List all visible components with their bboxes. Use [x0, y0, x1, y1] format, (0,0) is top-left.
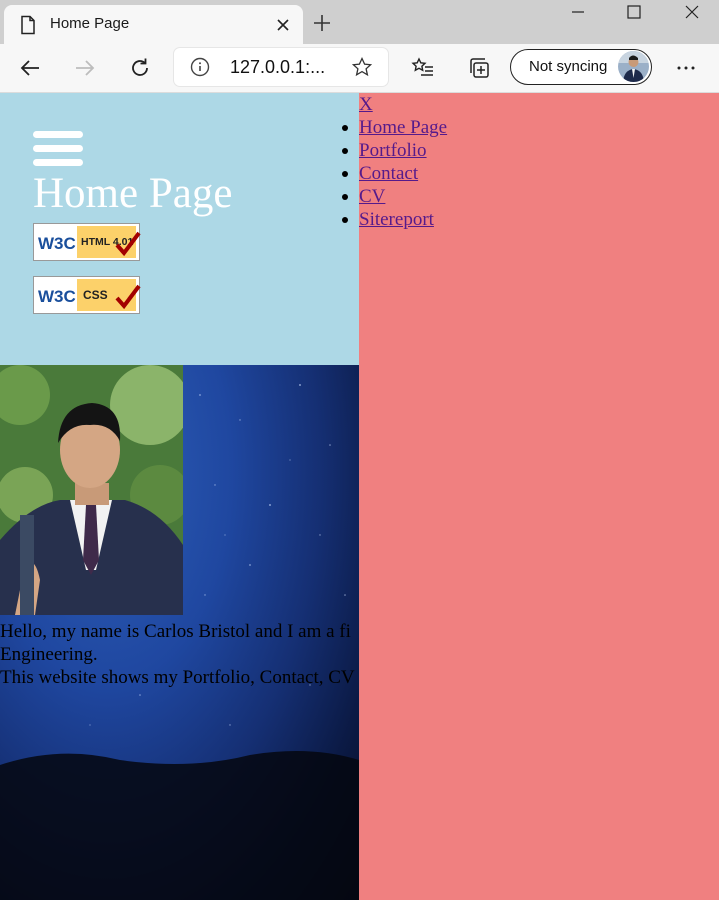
back-icon[interactable]: [18, 56, 42, 80]
nav-link-sitereport[interactable]: Sitereport: [359, 209, 434, 230]
nav-link-contact[interactable]: Contact: [359, 163, 418, 184]
page-header: Home Page W3C HTML 4.01 W3C CSS: [0, 93, 359, 365]
forward-icon[interactable]: [73, 56, 97, 80]
browser-tab[interactable]: Home Page: [4, 5, 303, 44]
close-window-icon[interactable]: [683, 3, 701, 21]
nav-link-home-page[interactable]: Home Page: [359, 117, 447, 138]
address-bar[interactable]: 127.0.0.1:...: [174, 48, 388, 86]
badge-html-text: HTML 4.01: [81, 236, 133, 248]
star-icon[interactable]: [351, 56, 373, 78]
browser-toolbar: 127.0.0.1:... Not syncing: [0, 44, 719, 93]
badge-w3c-text: W3C: [38, 287, 76, 306]
close-nav-button[interactable]: X: [359, 93, 373, 116]
page-viewport: Home Page W3C HTML 4.01 W3C CSS Hello, m…: [0, 93, 719, 900]
intro-line: Hello, my name is Carlos Bristol and I a…: [0, 621, 351, 642]
w3c-css-badge[interactable]: W3C CSS: [33, 276, 143, 316]
intro-line: This website shows my Portfolio, Contact…: [0, 667, 355, 688]
refresh-icon[interactable]: [128, 56, 152, 80]
intro-text: Hello, my name is Carlos Bristol and I a…: [0, 620, 359, 689]
minimize-icon[interactable]: [569, 3, 587, 21]
page-icon: [21, 15, 35, 35]
main-content: Hello, my name is Carlos Bristol and I a…: [0, 365, 359, 900]
browser-tabstrip: Home Page: [0, 0, 719, 44]
side-nav: X Home Page Portfolio Contact CV Siterep…: [341, 93, 719, 900]
profile-photo: [0, 365, 183, 615]
address-text[interactable]: 127.0.0.1:...: [230, 57, 325, 78]
sync-button[interactable]: Not syncing: [510, 49, 652, 85]
nav-item: Home Page: [341, 116, 447, 139]
collections-icon[interactable]: [467, 56, 491, 80]
nav-link-portfolio[interactable]: Portfolio: [359, 140, 427, 161]
menu-icon[interactable]: [33, 131, 83, 169]
favorites-icon[interactable]: [411, 56, 435, 80]
nav-item: Sitereport: [341, 208, 447, 231]
badge-w3c-text: W3C: [38, 234, 76, 253]
nav-link-cv[interactable]: CV: [359, 186, 385, 207]
avatar: [618, 51, 649, 82]
close-icon[interactable]: [274, 16, 292, 34]
w3c-html-badge[interactable]: W3C HTML 4.01: [33, 223, 143, 263]
nav-item: Contact: [341, 162, 447, 185]
badge-css-text: CSS: [83, 288, 108, 302]
maximize-icon[interactable]: [625, 3, 643, 21]
page-title: Home Page: [33, 170, 233, 217]
info-icon[interactable]: [190, 57, 210, 77]
nav-list: Home Page Portfolio Contact CV Siterepor…: [341, 116, 447, 231]
nav-item: Portfolio: [341, 139, 447, 162]
intro-line: Engineering.: [0, 644, 98, 665]
plus-icon[interactable]: [311, 12, 333, 34]
more-icon[interactable]: [674, 56, 698, 80]
nav-item: CV: [341, 185, 447, 208]
sync-label: Not syncing: [529, 58, 608, 75]
tab-title: Home Page: [50, 15, 130, 32]
